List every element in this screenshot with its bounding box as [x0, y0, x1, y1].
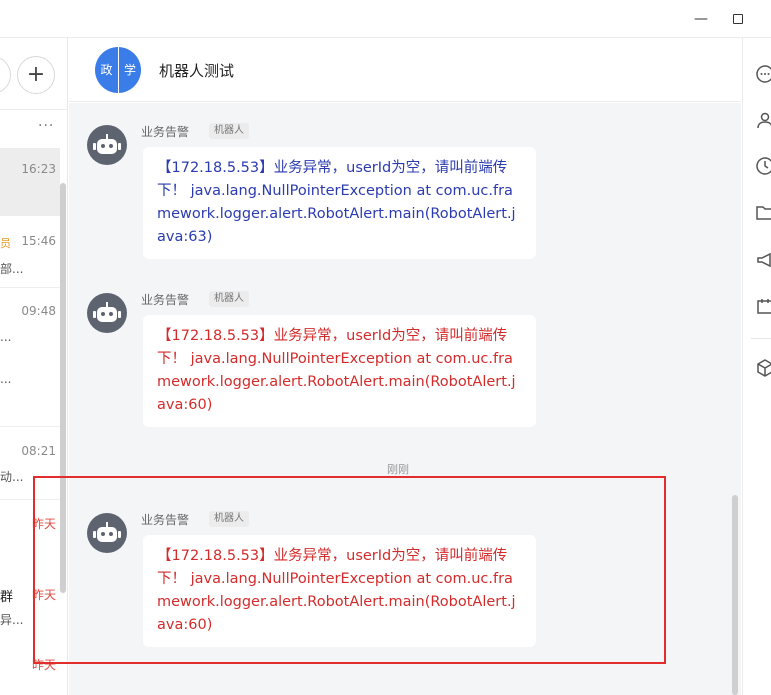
group-avatar[interactable]: 政 学	[95, 47, 141, 93]
minimize-icon: —	[694, 11, 708, 27]
divider	[0, 426, 60, 427]
session-snippet: 异...	[0, 613, 24, 627]
maximize-icon	[733, 14, 743, 24]
plus-icon: +	[26, 62, 46, 87]
cube-icon[interactable]	[755, 358, 771, 378]
time-divider: 刚刚	[387, 463, 409, 476]
chat-more-icon[interactable]	[755, 64, 771, 84]
megaphone-icon[interactable]	[755, 250, 771, 270]
session-item[interactable]: 16:23	[0, 148, 60, 216]
close-button[interactable]	[760, 8, 771, 30]
robot-badge: 机器人	[209, 123, 249, 139]
session-snippet: 动...	[0, 470, 24, 484]
divider	[0, 287, 60, 288]
session-snippet: ...	[0, 372, 12, 386]
sender-name: 业务告警	[141, 125, 190, 139]
chat-header: 政 学 机器人测试	[69, 38, 741, 102]
session-time: 15:46	[21, 234, 56, 248]
session-snippet: 部...	[0, 262, 24, 276]
add-button[interactable]: +	[17, 56, 55, 94]
robot-badge: 机器人	[209, 291, 249, 307]
session-title: 群	[0, 590, 14, 605]
session-item[interactable]: ...	[0, 358, 60, 426]
session-time: 16:23	[21, 162, 56, 176]
message-bubble[interactable]: 【172.18.5.53】业务异常，userId为空，请叫前端传下！ java.…	[143, 315, 536, 427]
right-toolbar	[742, 38, 771, 695]
highlight-box	[33, 476, 666, 664]
session-item[interactable]: 员 15:46 部...	[0, 218, 60, 286]
maximize-button[interactable]	[727, 8, 749, 30]
title-bar: —	[0, 0, 771, 38]
session-item[interactable]: 09:48 ...	[0, 290, 60, 358]
clock-icon[interactable]	[755, 156, 771, 176]
session-tag: 员	[0, 237, 11, 250]
calendar-icon[interactable]	[755, 296, 771, 316]
avatar-char: 政	[95, 47, 118, 93]
message-bubble[interactable]: 【172.18.5.53】业务异常，userId为空，请叫前端传下！ java.…	[143, 147, 536, 259]
session-time: 09:48	[21, 304, 56, 318]
robot-avatar-icon[interactable]	[87, 125, 127, 165]
session-snippet: ...	[0, 330, 12, 344]
minimize-button[interactable]: —	[690, 8, 712, 30]
sender-name: 业务告警	[141, 293, 190, 307]
session-list-header: +	[0, 38, 67, 110]
person-icon[interactable]	[755, 110, 771, 130]
message-scrollbar[interactable]	[732, 495, 738, 695]
chat-title[interactable]: 机器人测试	[159, 60, 234, 81]
divider	[751, 338, 771, 339]
session-time: 08:21	[21, 444, 56, 458]
folder-icon[interactable]	[755, 202, 771, 222]
search-button[interactable]	[0, 56, 11, 94]
robot-avatar-icon[interactable]	[87, 293, 127, 333]
avatar-char: 学	[118, 47, 141, 93]
more-icon[interactable]: ···	[38, 118, 54, 134]
